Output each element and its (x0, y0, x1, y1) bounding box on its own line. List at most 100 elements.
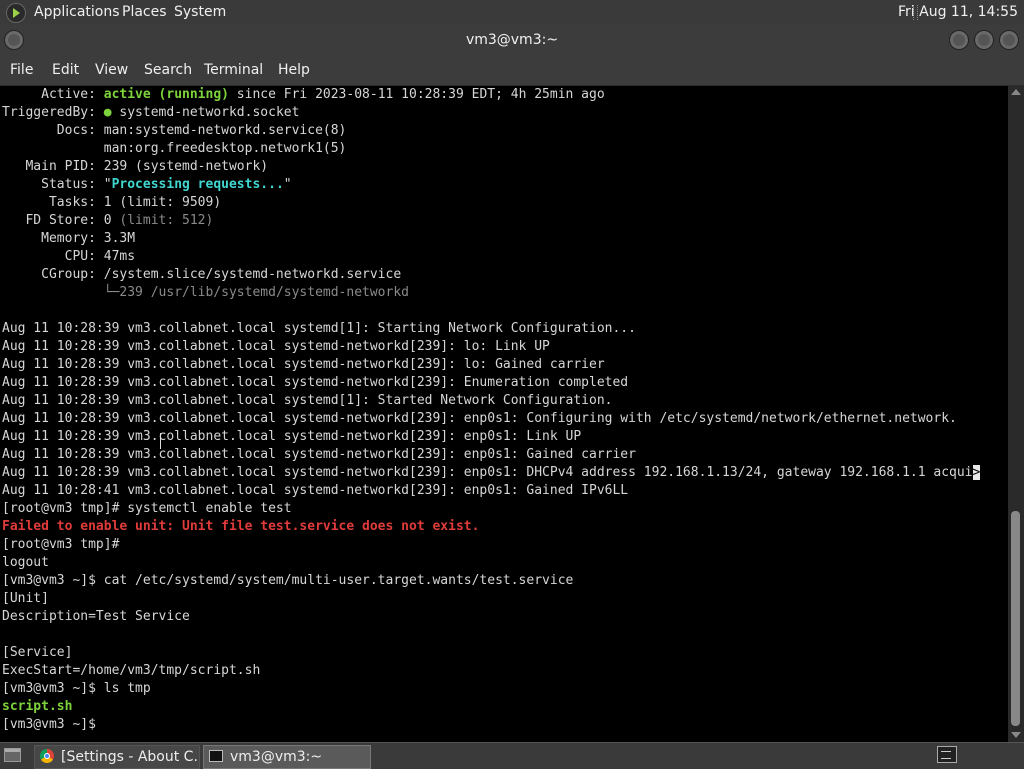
terminal-output[interactable]: Active: active (running) since Fri 2023-… (0, 86, 1008, 742)
show-desktop-icon[interactable] (4, 748, 21, 762)
clock[interactable]: Fri Aug 11, 14:55 (898, 0, 1018, 25)
terminal-line: Active: active (running) since Fri 2023-… (2, 86, 1008, 104)
menubar: File Edit View Search Terminal Help (0, 55, 1024, 86)
maximize-icon[interactable] (974, 30, 994, 50)
terminal-line: Main PID: 239 (systemd-network) (2, 158, 1008, 176)
terminal-text: [Unit] (2, 591, 49, 606)
terminal-text: Main PID: 239 (systemd-network) (2, 159, 269, 174)
terminal-text: [root@vm3 tmp]# systemctl enable test (2, 501, 292, 516)
terminal-line: Docs: man:systemd-networkd.service(8) (2, 122, 1008, 140)
terminal-text: since Fri 2023-08-11 10:28:39 EDT; 4h 25… (228, 87, 605, 102)
terminal-line: Aug 11 10:28:39 vm3.collabnet.local syst… (2, 410, 1008, 428)
applications-menu[interactable]: Applications (34, 0, 120, 25)
terminal-text: Failed to enable unit: Unit file test.se… (2, 519, 480, 534)
terminal-text: man:org.freedesktop.network1(5) (2, 141, 347, 156)
terminal-line: [Service] (2, 644, 1008, 662)
scrollbar-thumb[interactable] (1011, 511, 1020, 726)
terminal-text: Active: (2, 87, 104, 102)
terminal-text: Memory: 3.3M (2, 231, 136, 246)
top-panel: Applications Places System Fri Aug 11, 1… (0, 0, 1024, 25)
terminal-line: Aug 11 10:28:39 vm3.collabnet.local syst… (2, 428, 1008, 446)
terminal-line: Memory: 3.3M (2, 230, 1008, 248)
menu-file[interactable]: File (10, 55, 33, 85)
system-menu[interactable]: System (174, 0, 226, 25)
terminal-text: active (running) (103, 87, 229, 102)
terminal-text: Aug 11 10:28:39 vm3.collabnet.local syst… (2, 339, 550, 354)
terminal-line: ExecStart=/home/vm3/tmp/script.sh (2, 662, 1008, 680)
terminal-text: FD Store: 0 (2, 213, 120, 228)
taskbar-item-terminal[interactable]: vm3@vm3:~ (203, 745, 371, 769)
terminal-text: Aug 11 10:28:39 vm3.collabnet.local syst… (2, 447, 636, 462)
terminal-line: Aug 11 10:28:39 vm3.collabnet.local syst… (2, 320, 1008, 338)
terminal-text: Aug 11 10:28:39 vm3.collabnet.local syst… (2, 393, 613, 408)
terminal-line: TriggeredBy: ● systemd-networkd.socket (2, 104, 1008, 122)
terminal-line: Failed to enable unit: Unit file test.se… (2, 518, 1008, 536)
terminal-text: Aug 11 10:28:41 vm3.collabnet.local syst… (2, 483, 629, 498)
terminal-text: CGroup: /system.slice/systemd-networkd.s… (2, 267, 402, 282)
terminal-text: TriggeredBy: (2, 105, 104, 120)
scroll-down-icon[interactable] (1011, 732, 1021, 738)
menu-search[interactable]: Search (144, 55, 192, 85)
terminal-text: logout (2, 555, 49, 570)
terminal-line: Aug 11 10:28:41 vm3.collabnet.local syst… (2, 482, 1008, 500)
terminal-text: Aug 11 10:28:39 vm3.collabnet.local syst… (2, 375, 629, 390)
terminal-text: (limit: 512) (119, 213, 214, 228)
taskbar-item-settings[interactable]: [Settings - About C... (34, 745, 200, 769)
minimize-icon[interactable] (949, 30, 969, 50)
terminal-line: Description=Test Service (2, 608, 1008, 626)
terminal-line: Aug 11 10:28:39 vm3.collabnet.local syst… (2, 464, 1008, 482)
chrome-icon (40, 749, 54, 763)
scroll-up-icon[interactable] (1011, 89, 1021, 95)
terminal-text: [Service] (2, 645, 73, 660)
terminal-text: Status: " (2, 177, 112, 192)
terminal-line: [Unit] (2, 590, 1008, 608)
terminal-line: Aug 11 10:28:39 vm3.collabnet.local syst… (2, 356, 1008, 374)
places-menu[interactable]: Places (122, 0, 167, 25)
terminal-line: Status: "Processing requests..." (2, 176, 1008, 194)
taskbar-item-label: vm3@vm3:~ (230, 749, 323, 765)
terminal-text: Aug 11 10:28:39 vm3.collabnet.local syst… (2, 429, 582, 444)
terminal-text: 239 /usr/lib/systemd/systemd-networkd (119, 285, 409, 300)
terminal-line: Aug 11 10:28:39 vm3.collabnet.local syst… (2, 446, 1008, 464)
terminal-text: [root@vm3 tmp]# (2, 537, 120, 552)
terminal-line: script.sh (2, 698, 1008, 716)
terminal-line: [vm3@vm3 ~]$ cat /etc/systemd/system/mul… (2, 572, 1008, 590)
terminal-text: Aug 11 10:28:39 vm3.collabnet.local syst… (2, 357, 605, 372)
terminal-line: Aug 11 10:28:39 vm3.collabnet.local syst… (2, 392, 1008, 410)
terminal-text: ExecStart=/home/vm3/tmp/script.sh (2, 663, 261, 678)
terminal-text: Processing requests... (111, 177, 284, 192)
terminal-scrollbar[interactable] (1008, 86, 1024, 742)
terminal-text: " (283, 177, 292, 192)
terminal-icon (209, 750, 223, 762)
taskbar: [Settings - About C... vm3@vm3:~ (0, 742, 1024, 769)
menu-help[interactable]: Help (278, 55, 310, 85)
terminal-text: [vm3@vm3 ~]$ (2, 717, 96, 732)
window-title: vm3@vm3:~ (465, 32, 559, 48)
menu-edit[interactable]: Edit (52, 55, 79, 85)
workspace-switcher-icon[interactable] (937, 746, 957, 763)
terminal-line: Tasks: 1 (limit: 9509) (2, 194, 1008, 212)
mouse-text-cursor (160, 433, 163, 449)
terminal-line: [vm3@vm3 ~]$ (2, 716, 1008, 734)
window-titlebar[interactable]: vm3@vm3:~ (0, 25, 1024, 55)
terminal-line: FD Store: 0 (limit: 512) (2, 212, 1008, 230)
terminal-text: [vm3@vm3 ~]$ ls tmp (2, 681, 151, 696)
terminal-line: Aug 11 10:28:39 vm3.collabnet.local syst… (2, 338, 1008, 356)
menu-terminal[interactable]: Terminal (204, 55, 263, 85)
terminal-line: Aug 11 10:28:39 vm3.collabnet.local syst… (2, 374, 1008, 392)
terminal-text: Aug 11 10:28:39 vm3.collabnet.local syst… (2, 465, 973, 480)
menu-view[interactable]: View (95, 55, 128, 85)
terminal-lines: Active: active (running) since Fri 2023-… (0, 86, 1008, 734)
terminal-text: Docs: man:systemd-networkd.service(8) (2, 123, 347, 138)
terminal-line: man:org.freedesktop.network1(5) (2, 140, 1008, 158)
taskbar-item-label: [Settings - About C... (61, 749, 200, 765)
terminal-text: systemd-networkd.socket (111, 105, 300, 120)
terminal-line: logout (2, 554, 1008, 572)
terminal-text: Description=Test Service (2, 609, 190, 624)
terminal-text: Aug 11 10:28:39 vm3.collabnet.local syst… (2, 411, 957, 426)
distro-logo-icon[interactable] (6, 3, 26, 23)
terminal-text: script.sh (2, 699, 73, 714)
close-icon[interactable] (999, 30, 1019, 50)
